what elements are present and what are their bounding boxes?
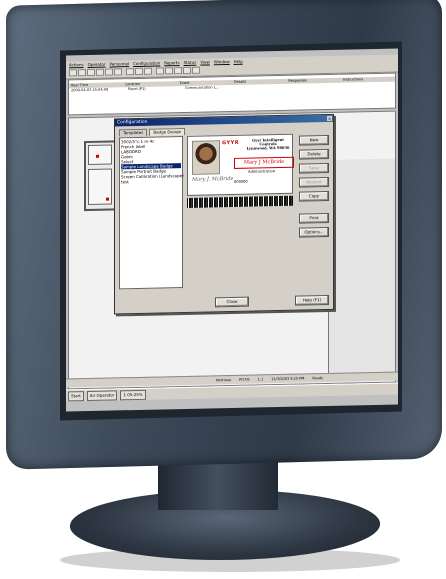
status-operator: Nortrase <box>216 378 232 383</box>
toolbar-button[interactable] <box>165 67 173 75</box>
event-time: 2004-04-03 15:04:08 <box>71 87 109 93</box>
start-button[interactable]: Start <box>68 390 84 401</box>
badge-number: 000000 <box>234 179 248 184</box>
status-version: 1.1 <box>257 377 264 382</box>
right-panel <box>328 158 395 380</box>
close-button[interactable]: Close <box>215 296 249 308</box>
tab-templates[interactable]: Templates <box>119 128 148 137</box>
configuration-dialog: Configuration × Templates Badge Design 3… <box>114 113 334 315</box>
toolbar-button[interactable] <box>87 68 95 77</box>
screen: Actions Operator Personnel Configuration… <box>66 48 398 412</box>
toolbar-button[interactable] <box>135 67 143 76</box>
badge-company: Gyyr Intelligent Controls Lynnwood, WA 9… <box>246 137 290 151</box>
door-marker[interactable] <box>106 197 109 201</box>
toolbar-button[interactable] <box>69 69 77 77</box>
toolbar-button[interactable] <box>156 67 164 75</box>
status-ready: Ready <box>312 376 324 381</box>
tab-badge-design[interactable]: Badge Design <box>149 127 186 136</box>
toolbar-button[interactable] <box>174 67 182 75</box>
dialog-bottom-buttons: Close Help (F1) <box>215 294 329 308</box>
badge-signature: Mary J. McBride <box>192 175 234 183</box>
room[interactable] <box>88 144 112 166</box>
side-buttons: New Delete Save Restore Copy Print Optio… <box>299 134 329 238</box>
event-name: Communication L... <box>185 85 219 90</box>
status-datetime: 11/3/2003 9:25 PM <box>271 376 305 382</box>
toolbar-button[interactable] <box>78 69 86 77</box>
restore-button[interactable]: Restore <box>299 176 329 188</box>
help-button[interactable]: Help (F1) <box>295 294 329 306</box>
save-button[interactable]: Save <box>299 162 329 174</box>
copy-button[interactable]: Copy <box>299 190 329 202</box>
delete-button[interactable]: Delete <box>299 148 329 160</box>
badge-preview[interactable]: GYYR Gyyr Intelligent Controls Lynnwood,… <box>187 133 294 196</box>
badge-name[interactable]: Mary J McBride <box>234 156 294 169</box>
toolbar-button[interactable] <box>96 68 104 76</box>
status-code: PO7/6 <box>239 377 250 382</box>
toolbar-button[interactable] <box>105 68 113 76</box>
task-button[interactable]: 1 05:25% <box>120 389 146 400</box>
door-marker[interactable] <box>96 154 99 158</box>
event-window: Real Time Location Event Details Respons… <box>68 72 396 116</box>
template-list[interactable]: 3002/5°c.1 m-4c French label LABODRO Gat… <box>119 136 184 290</box>
options-button[interactable]: Options... <box>299 226 329 238</box>
badge-barcode <box>187 195 293 208</box>
print-button[interactable]: Print <box>299 212 329 224</box>
badge-logo: GYYR <box>222 139 240 147</box>
close-icon[interactable]: × <box>327 115 332 122</box>
toolbar-button[interactable] <box>144 67 152 75</box>
event-location: Panel (P1) <box>128 86 146 92</box>
toolbar-button[interactable] <box>114 68 122 76</box>
dialog-tabs: Templates Badge Design <box>119 127 186 137</box>
toolbar-button[interactable] <box>183 66 191 75</box>
badge-photo[interactable] <box>192 140 220 175</box>
toolbar-button[interactable] <box>126 68 134 76</box>
task-button[interactable]: Air Operator <box>86 389 118 401</box>
new-button[interactable]: New <box>299 134 329 146</box>
toolbar-button[interactable] <box>192 66 200 74</box>
badge-role: Administration <box>248 169 276 174</box>
